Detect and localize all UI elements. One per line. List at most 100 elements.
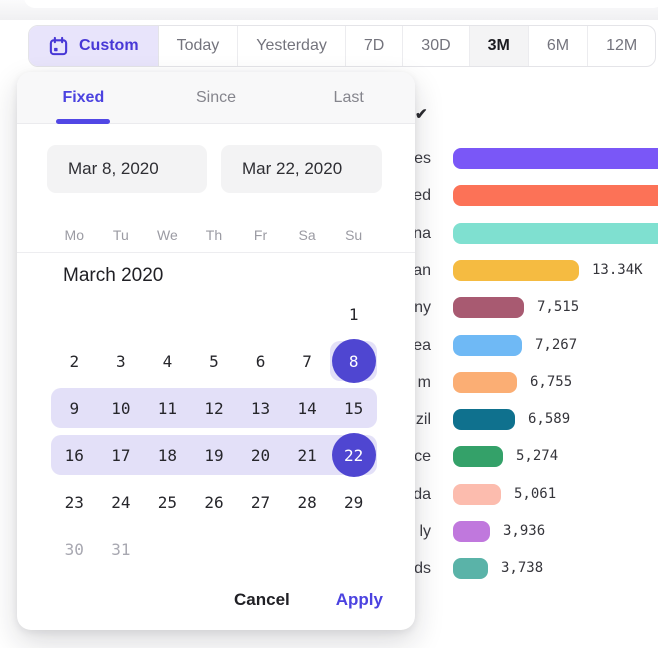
tab-since[interactable]: Since (150, 72, 283, 123)
custom-range-button[interactable]: Custom (29, 26, 159, 66)
calendar-week-row: 1 (51, 294, 377, 334)
range-start-day[interactable]: 8 (332, 339, 376, 383)
calendar-cell-empty (191, 529, 238, 569)
calendar-day-4[interactable]: 4 (144, 341, 191, 381)
calendar-day-21[interactable]: 21 (284, 435, 331, 475)
chart-bar[interactable] (453, 409, 515, 430)
chart-row-value: 5,274 (516, 446, 558, 467)
chart-bar[interactable] (453, 521, 490, 542)
toolbar-item-3m[interactable]: 3M (470, 26, 529, 66)
calendar-day-31: 31 (98, 529, 145, 569)
start-date-input[interactable]: Mar 8, 2020 (47, 145, 207, 193)
toolbar-item-12m[interactable]: 12M (588, 26, 655, 66)
calendar-cell-empty (330, 529, 377, 569)
end-date-input[interactable]: Mar 22, 2020 (221, 145, 382, 193)
calendar-day-7[interactable]: 7 (284, 341, 331, 381)
calendar-day-14[interactable]: 14 (284, 388, 331, 428)
calendar-day-2[interactable]: 2 (51, 341, 98, 381)
calendar-week-row: 3031 (51, 529, 377, 569)
calendar-day-15[interactable]: 15 (330, 388, 377, 428)
cancel-button[interactable]: Cancel (234, 590, 290, 610)
calendar-cell-empty (237, 529, 284, 569)
chart-bar[interactable] (453, 297, 524, 318)
calendar-day-12[interactable]: 12 (191, 388, 238, 428)
calendar-cell-empty (51, 294, 98, 334)
date-picker-popup: FixedSinceLast Mar 8, 2020 Mar 22, 2020 … (17, 72, 415, 630)
calendar-day-24[interactable]: 24 (98, 482, 145, 522)
toolbar-item-6m[interactable]: 6M (529, 26, 588, 66)
calendar-grid: 1234567891011121314151617181920212223242… (51, 294, 377, 576)
calendar-cell-empty (237, 294, 284, 334)
page-top-edge (0, 0, 658, 20)
chart-row-value: 3,738 (501, 558, 543, 579)
date-range-toolbar: Custom TodayYesterday7D30D3M6M12M (28, 25, 656, 67)
calendar-day-25[interactable]: 25 (144, 482, 191, 522)
calendar-day-23[interactable]: 23 (51, 482, 98, 522)
month-title: March 2020 (63, 265, 163, 287)
end-date-value: Mar 22, 2020 (242, 159, 342, 179)
chart-bar[interactable] (453, 223, 658, 244)
weekday-sa: Sa (284, 227, 331, 243)
weekday-header: MoTuWeThFrSaSu (51, 227, 377, 243)
calendar-day-22[interactable]: 22 (330, 435, 377, 475)
chart-bar[interactable] (453, 260, 579, 281)
calendar-day-26[interactable]: 26 (191, 482, 238, 522)
range-end-day[interactable]: 22 (332, 433, 376, 477)
chart-row-value: 6,755 (530, 372, 572, 393)
tab-fixed[interactable]: Fixed (17, 72, 150, 123)
toolbar-item-yesterday[interactable]: Yesterday (238, 26, 346, 66)
calendar-day-13[interactable]: 13 (237, 388, 284, 428)
calendar-day-3[interactable]: 3 (98, 341, 145, 381)
chart-row-value: 5,061 (514, 484, 556, 505)
chart-bar[interactable] (453, 484, 501, 505)
chart-row-value: 7,515 (537, 297, 579, 318)
calendar-day-28[interactable]: 28 (284, 482, 331, 522)
popup-footer: Cancel Apply (234, 590, 383, 610)
weekday-fr: Fr (237, 227, 284, 243)
calendar-cell-empty (284, 294, 331, 334)
calendar-day-6[interactable]: 6 (237, 341, 284, 381)
calendar-day-20[interactable]: 20 (237, 435, 284, 475)
toolbar-item-today[interactable]: Today (159, 26, 239, 66)
calendar-day-8[interactable]: 8 (330, 341, 377, 381)
chart-bar[interactable] (453, 558, 488, 579)
calendar-cell-empty (191, 294, 238, 334)
weekday-su: Su (330, 227, 377, 243)
start-date-value: Mar 8, 2020 (68, 159, 159, 179)
chart-bar[interactable] (453, 372, 517, 393)
chart-bar[interactable] (453, 335, 522, 356)
calendar-day-18[interactable]: 18 (144, 435, 191, 475)
tab-last[interactable]: Last (282, 72, 415, 123)
calendar-cell-empty (144, 529, 191, 569)
calendar-day-19[interactable]: 19 (191, 435, 238, 475)
weekday-mo: Mo (51, 227, 98, 243)
calendar-day-10[interactable]: 10 (98, 388, 145, 428)
calendar-week-row: 9101112131415 (51, 388, 377, 428)
calendar-week-row: 2345678 (51, 341, 377, 381)
chart-row-value: 13.34K (592, 260, 643, 281)
calendar-day-16[interactable]: 16 (51, 435, 98, 475)
toolbar-item-30d[interactable]: 30D (403, 26, 469, 66)
calendar-day-29[interactable]: 29 (330, 482, 377, 522)
custom-range-label: Custom (79, 37, 139, 55)
calendar-day-9[interactable]: 9 (51, 388, 98, 428)
calendar-day-27[interactable]: 27 (237, 482, 284, 522)
toolbar-item-7d[interactable]: 7D (346, 26, 403, 66)
page: Custom TodayYesterday7D30D3M6M12M esedna… (0, 0, 658, 648)
calendar-day-1[interactable]: 1 (330, 294, 377, 334)
chart-row-value: 3,936 (503, 521, 545, 542)
calendar-day-5[interactable]: 5 (191, 341, 238, 381)
toolbar-items: TodayYesterday7D30D3M6M12M (159, 26, 656, 66)
chart-row-value: 7,267 (535, 335, 577, 356)
chart-bar[interactable] (453, 148, 658, 169)
chart-bar[interactable] (453, 446, 503, 467)
calendar-day-11[interactable]: 11 (144, 388, 191, 428)
chart-bar[interactable] (453, 185, 658, 206)
calendar-cell-empty (284, 529, 331, 569)
chart-row-value: 6,589 (528, 409, 570, 430)
calendar-day-17[interactable]: 17 (98, 435, 145, 475)
active-tab-underline (56, 119, 110, 124)
date-picker-tabs: FixedSinceLast (17, 72, 415, 124)
apply-button[interactable]: Apply (336, 590, 383, 610)
calendar-cell-empty (98, 294, 145, 334)
